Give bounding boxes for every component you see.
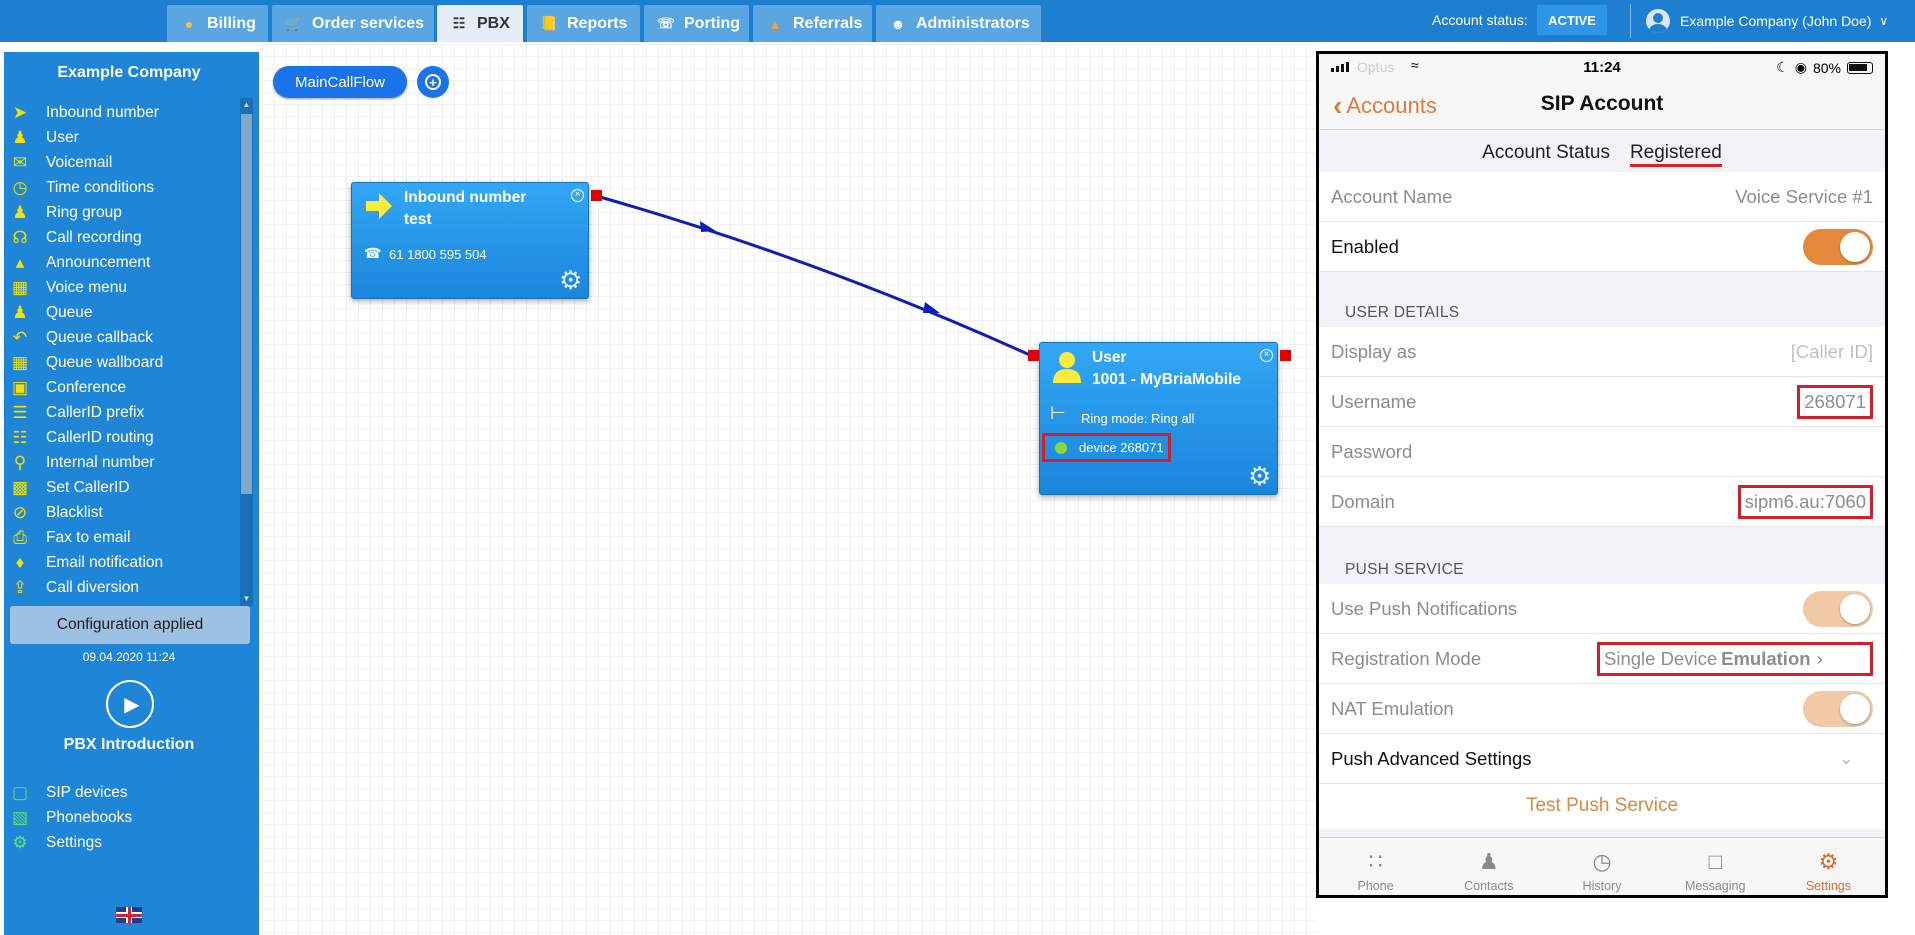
gear-icon[interactable]: ⚙ xyxy=(1248,461,1271,492)
enabled-row: Enabled xyxy=(1319,222,1885,272)
push-service-header: PUSH SERVICE xyxy=(1345,561,1464,578)
nat-emulation-row: NAT Emulation xyxy=(1319,684,1885,734)
gear-icon: ⚙ xyxy=(1818,849,1839,874)
tab-label: Settings xyxy=(1805,879,1851,893)
status-dot xyxy=(1055,441,1067,454)
close-icon[interactable]: × xyxy=(571,189,584,202)
row-label: Registration Mode xyxy=(1331,647,1482,669)
account-status-line: Account Status Registered xyxy=(1319,142,1885,167)
row-label: NAT Emulation xyxy=(1331,697,1454,719)
node-title: Inbound number test xyxy=(404,187,526,231)
username-row[interactable]: Username 268071 xyxy=(1319,377,1885,427)
account-status-label: Account Status xyxy=(1482,142,1610,163)
enabled-toggle[interactable] xyxy=(1803,228,1873,265)
status-right: ☾ ◉ 80% xyxy=(1776,59,1873,76)
chevron-down-icon: ⌄ xyxy=(1839,750,1853,768)
mode-value-b: Emulation xyxy=(1721,647,1811,669)
divider xyxy=(1630,4,1631,38)
tab-label: Contacts xyxy=(1464,879,1514,893)
tab-messaging[interactable]: □ Messaging xyxy=(1659,838,1772,895)
output-port[interactable] xyxy=(591,190,602,201)
arrow-right-icon xyxy=(364,191,394,221)
registration-mode-value: Single Device Emulation › xyxy=(1597,641,1873,676)
domain-row[interactable]: Domain sipm6.au:7060 xyxy=(1319,477,1885,527)
display-as-row[interactable]: Display as [Caller ID] xyxy=(1319,327,1885,377)
close-icon[interactable]: × xyxy=(1260,349,1273,362)
row-label: Use Push Notifications xyxy=(1331,597,1518,619)
eye-icon: ◉ xyxy=(1794,59,1807,75)
row-label: Username xyxy=(1331,390,1417,412)
tab-phone[interactable]: ∷ Phone xyxy=(1319,838,1432,895)
phone-status-bar: Optus ≈ 11:24 ☾ ◉ 80% xyxy=(1319,54,1885,82)
account-status-badge: ACTIVE xyxy=(1537,5,1607,35)
device-entry[interactable]: device 268071 xyxy=(1042,433,1171,462)
chevron-down-icon: ∨ xyxy=(1879,14,1889,28)
tab-label: Messaging xyxy=(1684,879,1746,893)
gear-icon[interactable]: ⚙ xyxy=(559,265,582,296)
contact-icon: ♟ xyxy=(1478,849,1499,874)
avatar-icon xyxy=(1646,9,1670,33)
nat-emulation-toggle[interactable] xyxy=(1803,690,1873,727)
moon-icon: ☾ xyxy=(1776,59,1789,75)
node-title: User 1001 - MyBriaMobile xyxy=(1092,347,1241,391)
battery-icon xyxy=(1847,61,1873,74)
keypad-icon: ∷ xyxy=(1368,849,1383,874)
history-icon: ◷ xyxy=(1592,849,1612,874)
account-name-row[interactable]: Account Name Voice Service #1 xyxy=(1319,172,1885,222)
use-push-row: Use Push Notifications xyxy=(1319,584,1885,634)
inbound-number-node[interactable]: Inbound number test × ☎ 61 1800 595 504 … xyxy=(351,182,589,299)
row-label: Account Name xyxy=(1331,185,1453,207)
flow-arrow-icon xyxy=(923,302,940,313)
tab-label: Phone xyxy=(1357,879,1394,893)
output-port[interactable] xyxy=(1280,350,1291,361)
ring-mode-label: Ring mode: Ring all xyxy=(1081,411,1195,426)
user-menu[interactable]: Example Company (John Doe) ∨ xyxy=(1646,6,1888,36)
tab-settings[interactable]: ⚙ Settings xyxy=(1772,838,1885,895)
row-label: Domain xyxy=(1331,490,1395,512)
input-port[interactable] xyxy=(1028,350,1039,361)
username-value: 268071 xyxy=(1797,384,1873,419)
device-label: device 268071 xyxy=(1079,440,1164,455)
inbound-phone-number: 61 1800 595 504 xyxy=(389,247,487,262)
domain-value: sipm6.au:7060 xyxy=(1737,484,1873,519)
registration-mode-row[interactable]: Registration Mode Single Device Emulatio… xyxy=(1319,634,1885,684)
password-row[interactable]: Password xyxy=(1319,427,1885,477)
account-status-label: Account status: xyxy=(1432,12,1528,28)
row-label: Enabled xyxy=(1331,235,1399,257)
flow-connector xyxy=(599,195,1033,358)
row-value: Voice Service #1 xyxy=(1735,185,1873,207)
node-title-line1: Inbound number xyxy=(404,189,527,206)
mobile-sip-account-screen: Optus ≈ 11:24 ☾ ◉ 80% ‹ Accounts SIP Acc… xyxy=(1316,51,1888,898)
phone-icon: ☎ xyxy=(364,245,382,261)
battery-percent: 80% xyxy=(1812,59,1841,76)
chevron-right-icon: › xyxy=(1816,647,1823,669)
phone-nav-bar: ‹ Accounts SIP Account xyxy=(1319,82,1885,130)
row-label: Push Advanced Settings xyxy=(1331,747,1532,769)
row-label: Password xyxy=(1331,440,1413,462)
node-title-line2: test xyxy=(404,211,432,228)
user-details-header: USER DETAILS xyxy=(1345,304,1460,321)
account-status-value: Registered xyxy=(1629,142,1722,167)
phone-tab-bar: ∷ Phone ♟ Contacts ◷ History □ Messaging ⚙ Se… xyxy=(1319,837,1885,895)
test-push-label: Test Push Service xyxy=(1525,795,1679,816)
flow-arrow-icon xyxy=(700,221,716,232)
test-push-service-button[interactable]: Test Push Service xyxy=(1319,784,1885,829)
screen-title: SIP Account xyxy=(1540,92,1664,115)
mode-value-a: Single Device xyxy=(1604,647,1718,669)
tab-contacts[interactable]: ♟ Contacts xyxy=(1432,838,1545,895)
user-name: Example Company (John Doe) xyxy=(1680,13,1872,29)
row-value: [Caller ID] xyxy=(1790,340,1873,362)
row-label: Display as xyxy=(1331,340,1417,362)
user-icon xyxy=(1050,349,1084,383)
sitemap-icon: ⊢ xyxy=(1050,403,1066,423)
node-title-line2: 1001 - MyBriaMobile xyxy=(1092,371,1242,388)
tab-history[interactable]: ◷ History xyxy=(1545,838,1658,895)
tab-label: History xyxy=(1582,879,1622,893)
push-advanced-row[interactable]: Push Advanced Settings ⌄ xyxy=(1319,734,1885,784)
use-push-toggle[interactable] xyxy=(1803,590,1873,627)
user-node[interactable]: User 1001 - MyBriaMobile × ⊢ Ring mode: … xyxy=(1039,342,1278,495)
message-icon: □ xyxy=(1708,849,1722,874)
node-title-line1: User xyxy=(1092,349,1127,366)
